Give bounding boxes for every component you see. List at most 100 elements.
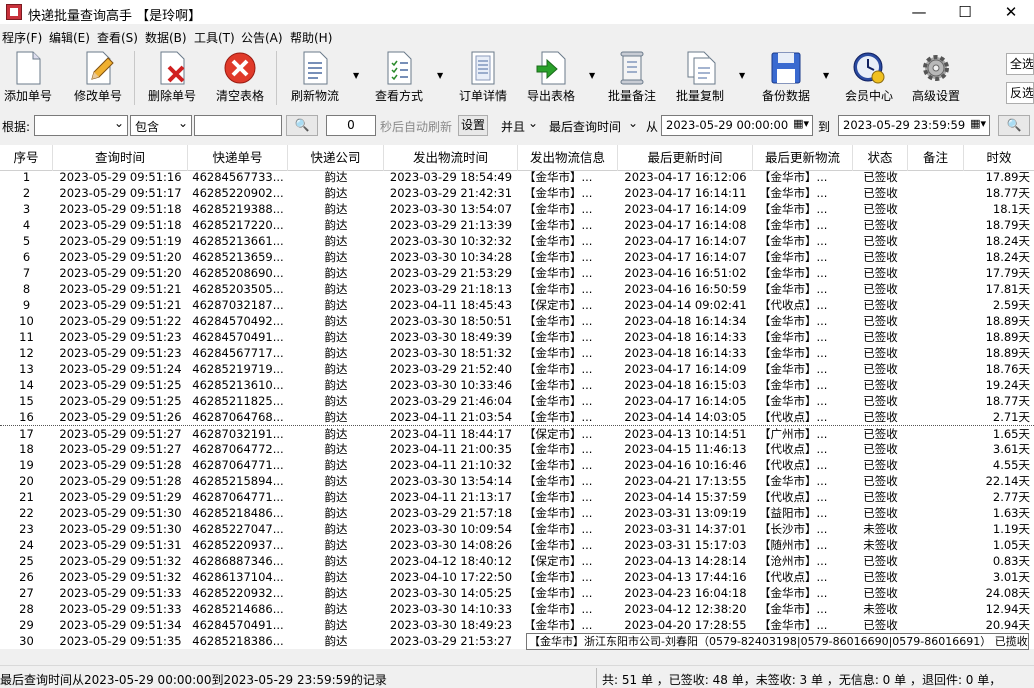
cell-status: 已签收 xyxy=(863,250,898,264)
status-bar: 最后查询时间从2023-05-29 00:00:00到2023-05-29 23… xyxy=(0,665,1034,688)
column-header[interactable]: 备注 xyxy=(908,145,964,171)
column-header[interactable]: 发出物流信息 xyxy=(518,145,618,171)
column-header[interactable]: 序号 xyxy=(0,145,53,171)
cell-last-update-time: 2023-04-13 17:44:16 xyxy=(624,570,747,584)
view-mode-button[interactable]: 查看方式 xyxy=(373,51,425,109)
calendar-icon[interactable]: ▦▾ xyxy=(793,117,809,130)
status-divider xyxy=(596,668,597,688)
column-header[interactable]: 快递公司 xyxy=(288,145,384,171)
column-header[interactable]: 发出物流时间 xyxy=(384,145,518,171)
cell-last-update-info: 【金华市】... xyxy=(759,394,828,408)
table-row[interactable]: 16 2023-05-29 09:51:26 46287064768... 韵达 202… xyxy=(0,409,1034,425)
table-row[interactable]: 18 2023-05-29 09:51:27 46287064772... 韵达 202… xyxy=(0,441,1034,457)
column-header[interactable]: 最后更新时间 xyxy=(618,145,753,171)
table-row[interactable]: 6 2023-05-29 09:51:20 46285213659... 韵达 2023… xyxy=(0,249,1034,265)
date-search-button[interactable]: 🔍 xyxy=(998,115,1030,136)
table-row[interactable]: 27 2023-05-29 09:51:33 46285220932... 韵达 202… xyxy=(0,585,1034,601)
cell-query-time: 2023-05-29 09:51:30 xyxy=(59,522,182,536)
export-table-button[interactable]: 导出表格 xyxy=(525,51,577,109)
menu-notice[interactable]: 公告(A) xyxy=(241,29,283,46)
select-all-button[interactable]: 全选 xyxy=(1006,53,1034,75)
table-row[interactable]: 3 2023-05-29 09:51:18 46285219388... 韵达 2023… xyxy=(0,201,1034,217)
add-order-label: 添加单号 xyxy=(3,89,52,103)
table-row[interactable]: 23 2023-05-29 09:51:30 46285227047... 韵达 202… xyxy=(0,521,1034,537)
table-row[interactable]: 21 2023-05-29 09:51:29 46287064771... 韵达 202… xyxy=(0,489,1034,505)
table-row[interactable]: 9 2023-05-29 09:51:21 46287032187... 韵达 2023… xyxy=(0,297,1034,313)
search-button[interactable]: 🔍 xyxy=(286,115,318,136)
maximize-button[interactable]: ☐ xyxy=(942,0,988,24)
backup-dropdown-arrow-icon[interactable]: ▼ xyxy=(823,71,829,80)
column-header[interactable]: 最后更新物流 xyxy=(753,145,853,171)
table-row[interactable]: 26 2023-05-29 09:51:32 46286137104... 韵达 202… xyxy=(0,569,1034,585)
table-row[interactable]: 28 2023-05-29 09:51:33 46285214686... 韵达 202… xyxy=(0,601,1034,617)
basis-select[interactable] xyxy=(34,115,128,136)
backup-data-button[interactable]: 备份数据 xyxy=(758,51,814,109)
cell-index: 5 xyxy=(22,234,31,248)
table-row[interactable]: 22 2023-05-29 09:51:30 46285218486... 韵达 202… xyxy=(0,505,1034,521)
table-row[interactable]: 24 2023-05-29 09:51:31 46285220937... 韵达 202… xyxy=(0,537,1034,553)
table-row[interactable]: 14 2023-05-29 09:51:25 46285213610... 韵达 202… xyxy=(0,377,1034,393)
calendar-icon[interactable]: ▦▾ xyxy=(970,117,986,130)
column-header[interactable]: 快递单号 xyxy=(188,145,288,171)
table-row[interactable]: 1 2023-05-29 09:51:16 46284567733... 韵达 2023… xyxy=(0,169,1034,185)
cell-note xyxy=(908,233,964,249)
column-header[interactable]: 时效 xyxy=(964,145,1034,171)
cell-tracking-number: 46285208690... xyxy=(192,266,284,280)
match-select[interactable]: 包含 xyxy=(130,115,192,136)
cell-last-update-info: 【代收点】... xyxy=(759,490,828,504)
set-button[interactable]: 设置 xyxy=(458,115,488,136)
order-detail-button[interactable]: 订单详情 xyxy=(457,51,509,109)
menu-data[interactable]: 数据(B) xyxy=(145,29,187,46)
table-row[interactable]: 19 2023-05-29 09:51:28 46287064771... 韵达 202… xyxy=(0,457,1034,473)
menu-tools[interactable]: 工具(T) xyxy=(194,29,235,46)
copy-dropdown-arrow-icon[interactable]: ▼ xyxy=(739,71,745,80)
cell-duration: 18.1天 xyxy=(992,202,1030,216)
table-row[interactable]: 12 2023-05-29 09:51:23 46284567717... 韵达 202… xyxy=(0,345,1034,361)
table-row[interactable]: 10 2023-05-29 09:51:22 46284570492... 韵达 202… xyxy=(0,313,1034,329)
refresh-logistics-button[interactable]: 刷新物流 xyxy=(289,51,341,109)
advanced-settings-button[interactable]: 高级设置 xyxy=(908,51,964,109)
edit-order-button[interactable]: 修改单号 xyxy=(72,51,124,109)
table-row[interactable]: 13 2023-05-29 09:51:24 46285219719... 韵达 202… xyxy=(0,361,1034,377)
table-row[interactable]: 8 2023-05-29 09:51:21 46285203505... 韵达 2023… xyxy=(0,281,1034,297)
delete-order-label: 删除单号 xyxy=(147,89,196,103)
table-row[interactable]: 17 2023-05-29 09:51:27 46287032191... 韵达 202… xyxy=(0,425,1034,441)
clear-table-button[interactable]: 清空表格 xyxy=(214,51,266,109)
seconds-input[interactable]: 0 xyxy=(326,115,376,136)
logic-select[interactable]: 并且 xyxy=(496,115,542,136)
table-row[interactable]: 7 2023-05-29 09:51:20 46285208690... 韵达 2023… xyxy=(0,265,1034,281)
field-select[interactable]: 最后查询时间 xyxy=(544,115,642,136)
cell-send-time: 2023-03-30 14:08:26 xyxy=(389,538,513,552)
table-row[interactable]: 4 2023-05-29 09:51:18 46285217220... 韵达 2023… xyxy=(0,217,1034,233)
cell-last-update-info: 【长沙市】... xyxy=(759,522,828,536)
table-row[interactable]: 2 2023-05-29 09:51:17 46285220902... 韵达 2023… xyxy=(0,185,1034,201)
add-order-button[interactable]: 添加单号 xyxy=(2,51,54,109)
refresh-dropdown-arrow-icon[interactable]: ▼ xyxy=(353,71,359,80)
menu-view[interactable]: 查看(S) xyxy=(97,29,138,46)
batch-copy-button[interactable]: 批量复制 xyxy=(674,51,726,109)
column-header[interactable]: 状态 xyxy=(853,145,908,171)
delete-order-button[interactable]: 删除单号 xyxy=(146,51,198,109)
view-mode-dropdown-arrow-icon[interactable]: ▼ xyxy=(437,71,443,80)
invert-selection-button[interactable]: 反选 xyxy=(1006,82,1034,104)
to-date-input[interactable]: 2023-05-29 23:59:59 ▦▾ xyxy=(838,115,990,136)
batch-note-button[interactable]: 批量备注 xyxy=(606,51,658,109)
table-row[interactable]: 25 2023-05-29 09:51:32 46286887346... 韵达 202… xyxy=(0,553,1034,569)
close-button[interactable]: ✕ xyxy=(988,0,1034,24)
table-row[interactable]: 11 2023-05-29 09:51:23 46284570491... 韵达 202… xyxy=(0,329,1034,345)
keyword-input[interactable] xyxy=(194,115,282,136)
member-center-button[interactable]: 会员中心 xyxy=(841,51,897,109)
table-row[interactable]: 5 2023-05-29 09:51:19 46285213661... 韵达 2023… xyxy=(0,233,1034,249)
table-row[interactable]: 29 2023-05-29 09:51:34 46284570491... 韵达 202… xyxy=(0,617,1034,633)
column-header[interactable]: 查询时间 xyxy=(53,145,188,171)
export-dropdown-arrow-icon[interactable]: ▼ xyxy=(589,71,595,80)
table-row[interactable]: 15 2023-05-29 09:51:25 46285211825... 韵达 202… xyxy=(0,393,1034,409)
menu-bar: 程序(F) 编辑(E) 查看(S) 数据(B) 工具(T) 公告(A) 帮助(H… xyxy=(0,27,1034,47)
menu-program[interactable]: 程序(F) xyxy=(2,29,42,46)
from-date-input[interactable]: 2023-05-29 00:00:00 ▦▾ xyxy=(661,115,813,136)
table-row[interactable]: 20 2023-05-29 09:51:28 46285215894... 韵达 202… xyxy=(0,473,1034,489)
menu-help[interactable]: 帮助(H) xyxy=(290,29,332,46)
cell-status: 已签收 xyxy=(863,474,898,488)
menu-edit[interactable]: 编辑(E) xyxy=(49,29,90,46)
minimize-button[interactable]: — xyxy=(896,0,942,24)
